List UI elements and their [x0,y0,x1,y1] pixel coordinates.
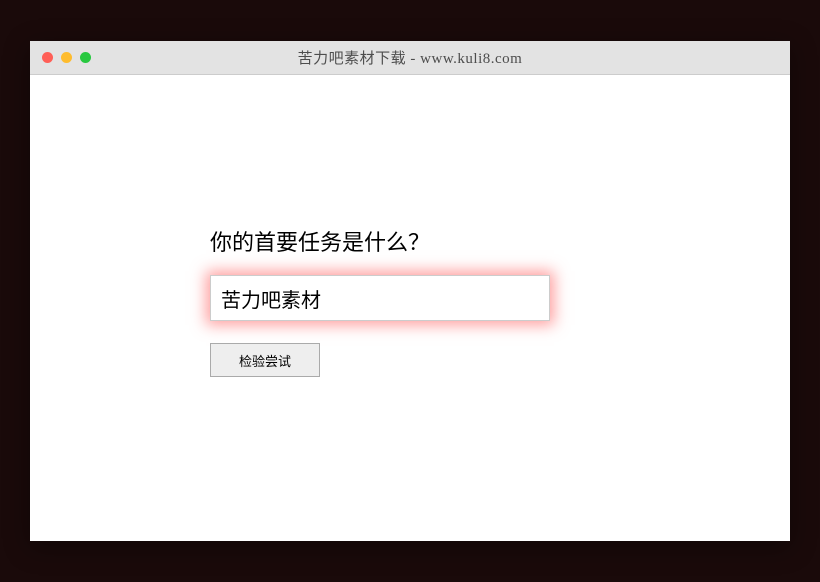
window-title: 苦力吧素材下载 - www.kuli8.com [30,47,790,68]
window-controls [42,52,91,63]
content-area: 你的首要任务是什么？ 检验尝试 [30,75,790,377]
titlebar: 苦力吧素材下载 - www.kuli8.com [30,41,790,75]
minimize-icon[interactable] [61,52,72,63]
maximize-icon[interactable] [80,52,91,63]
app-window: 苦力吧素材下载 - www.kuli8.com 你的首要任务是什么？ 检验尝试 [30,41,790,541]
task-input[interactable] [210,275,550,321]
check-button[interactable]: 检验尝试 [210,343,320,377]
close-icon[interactable] [42,52,53,63]
question-label: 你的首要任务是什么？ [210,225,790,257]
